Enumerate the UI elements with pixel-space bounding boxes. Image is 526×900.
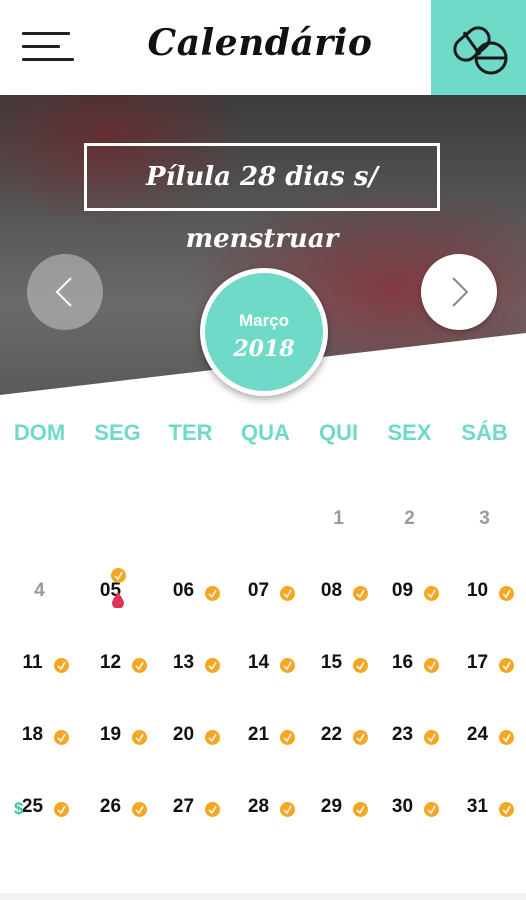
- weekday-thu: QUI: [318, 420, 359, 445]
- calendar-day[interactable]: 17: [447, 652, 522, 712]
- hamburger-menu-icon[interactable]: [22, 30, 76, 64]
- pill-taken-icon: [205, 586, 220, 601]
- chevron-right-icon: [452, 277, 469, 307]
- pill-taken-icon: [205, 658, 220, 673]
- pills-button[interactable]: [431, 0, 526, 95]
- month-name: Março: [238, 311, 290, 330]
- bottom-divider: [0, 893, 526, 900]
- pill-taken-icon: [499, 730, 514, 745]
- pill-type-banner[interactable]: Pílula 28 dias s/ menstruar: [84, 143, 440, 254]
- pill-taken-icon: [280, 802, 295, 817]
- pill-taken-icon: [54, 658, 69, 673]
- day-number: 3: [479, 508, 490, 529]
- pill-taken-icon: [424, 658, 439, 673]
- weekday-sat: SÁB: [461, 420, 508, 445]
- calendar-day[interactable]: 1: [301, 508, 376, 568]
- pill-taken-icon: [205, 730, 220, 745]
- prev-month-button[interactable]: [27, 254, 103, 330]
- calendar-day[interactable]: 4: [2, 580, 77, 640]
- pill-taken-icon: [205, 802, 220, 817]
- pill-taken-icon: [132, 730, 147, 745]
- day-number: 1: [333, 508, 344, 529]
- pill-taken-icon: [132, 802, 147, 817]
- calendar-day[interactable]: 24: [447, 724, 522, 784]
- calendar-day[interactable]: 05: [80, 568, 155, 640]
- calendar-day[interactable]: 18: [2, 724, 77, 784]
- pill-taken-icon: [424, 730, 439, 745]
- pill-taken-icon: [280, 586, 295, 601]
- calendar-day[interactable]: 26: [80, 796, 155, 856]
- calendar-day[interactable]: 21: [228, 724, 303, 784]
- calendar-day[interactable]: 16: [372, 652, 447, 712]
- pills-icon: [453, 26, 508, 75]
- calendar-day[interactable]: 10: [447, 580, 522, 640]
- calendar-day[interactable]: 14: [228, 652, 303, 712]
- page-title: Calendário: [147, 22, 373, 64]
- pill-taken-icon: [280, 730, 295, 745]
- calendar-day[interactable]: 11: [2, 652, 77, 712]
- calendar-day[interactable]: 30: [372, 796, 447, 856]
- calendar-day[interactable]: 25 $: [2, 796, 77, 856]
- period-drop-icon: [112, 592, 124, 608]
- pill-taken-icon: [280, 658, 295, 673]
- calendar-day[interactable]: 3: [447, 508, 522, 568]
- month-selector[interactable]: Março 2018: [200, 268, 328, 396]
- pill-taken-icon: [499, 658, 514, 673]
- weekday-fri: SEX: [387, 420, 432, 445]
- pill-taken-icon: [499, 586, 514, 601]
- day-number: 2: [404, 508, 415, 529]
- pill-taken-icon: [132, 658, 147, 673]
- day-number: 05: [99, 580, 122, 601]
- month-year: 2018: [233, 336, 295, 362]
- weekday-mon: SEG: [94, 420, 141, 445]
- chevron-left-icon: [55, 277, 72, 307]
- calendar-day[interactable]: 06: [153, 580, 228, 640]
- pill-taken-icon: [424, 802, 439, 817]
- money-icon: $: [14, 799, 24, 818]
- weekday-tue: TER: [168, 420, 213, 445]
- calendar-day[interactable]: 27: [153, 796, 228, 856]
- pill-taken-icon: [111, 568, 126, 583]
- calendar-day[interactable]: 23: [372, 724, 447, 784]
- calendar-day[interactable]: 13: [153, 652, 228, 712]
- calendar-day[interactable]: 31: [447, 796, 522, 856]
- pill-taken-icon: [54, 802, 69, 817]
- calendar-day[interactable]: 09: [372, 580, 447, 640]
- weekday-wed: QUA: [241, 420, 290, 445]
- day-number: 4: [34, 580, 45, 601]
- next-month-button[interactable]: [421, 254, 497, 330]
- calendar-day[interactable]: 07: [228, 580, 303, 640]
- calendar-day[interactable]: 2: [372, 508, 447, 568]
- calendar-day[interactable]: 28: [228, 796, 303, 856]
- calendar-day[interactable]: 19: [80, 724, 155, 784]
- app-header: Calendário: [0, 0, 526, 95]
- pill-taken-icon: [54, 730, 69, 745]
- weekday-header-row: DOM SEG TER QUA QUI SEX SÁB: [0, 420, 526, 450]
- pill-taken-icon: [424, 586, 439, 601]
- weekday-sun: DOM: [13, 420, 66, 445]
- pill-taken-icon: [499, 802, 514, 817]
- calendar-day[interactable]: 20: [153, 724, 228, 784]
- calendar-day[interactable]: 12: [80, 652, 155, 712]
